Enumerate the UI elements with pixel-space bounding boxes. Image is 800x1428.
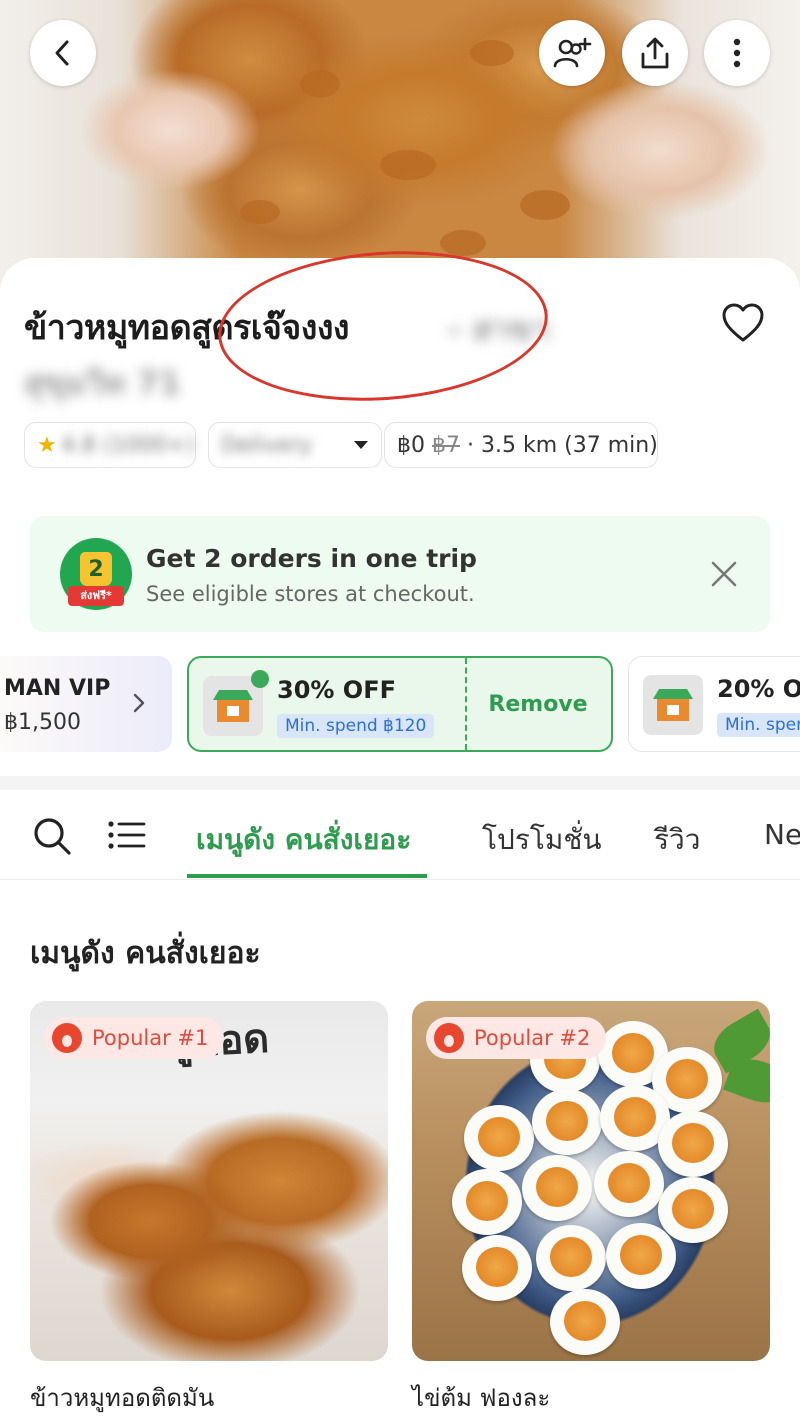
heart-outline-icon [722, 303, 764, 342]
group-order-button[interactable] [539, 20, 605, 86]
popular-badge: Popular #1 [44, 1017, 225, 1059]
close-icon [711, 561, 737, 587]
tab-reviews[interactable]: รีวิว [654, 818, 700, 862]
free-delivery-bag-icon: 2 ส่งฟรี* [60, 538, 132, 610]
more-options-button[interactable] [704, 20, 770, 86]
star-icon: ★ [37, 432, 57, 458]
batch-title: Get 2 orders in one trip [146, 544, 477, 573]
menu-item-image[interactable]: หมูทอด Popular #1 [30, 1001, 388, 1361]
store-branch-name: สุขุมวิท 71 [24, 364, 182, 402]
tab-promotions[interactable]: โปรโมชั่น [482, 818, 602, 862]
batch-subtitle: See eligible stores at checkout. [146, 582, 475, 606]
store-voucher-icon [643, 675, 703, 735]
flame-icon [52, 1023, 82, 1053]
back-arrow-icon [55, 40, 69, 66]
favorite-button[interactable] [720, 302, 766, 348]
menu-item-image[interactable]: Popular #2 [412, 1001, 770, 1361]
search-icon [34, 818, 71, 855]
menu-list-button[interactable] [108, 820, 146, 854]
tab-popular[interactable]: เมนูดัง คนสั่งเยอะ [196, 818, 411, 862]
back-button[interactable] [30, 20, 96, 86]
active-tab-indicator [187, 874, 427, 878]
menu-search-button[interactable] [32, 816, 72, 860]
close-banner-button[interactable] [710, 560, 738, 592]
section-title: เมนูดัง คนสั่งเยอะ [30, 936, 261, 971]
menu-item-name[interactable]: ไข่ต้ม ฟองละ [412, 1378, 550, 1417]
add-people-icon [553, 37, 592, 68]
more-vertical-icon [733, 38, 741, 68]
applied-voucher-card[interactable]: 30% OFF Min. spend ฿120 Remove [187, 656, 613, 752]
check-icon [251, 670, 269, 688]
batch-order-banner[interactable]: 2 ส่งฟรี* Get 2 orders in one trip See e… [30, 516, 770, 632]
flame-icon [434, 1023, 464, 1053]
section-divider [0, 776, 800, 790]
rating-chip[interactable]: ★ 4.8 (1000+) [24, 422, 196, 468]
share-button[interactable] [622, 20, 688, 86]
share-icon [641, 37, 669, 69]
delivery-mode-dropdown[interactable]: Delivery [208, 422, 382, 468]
vip-voucher-card[interactable]: MAN VIP ฿1,500 [0, 656, 172, 752]
chevron-right-icon [133, 693, 145, 713]
voucher-card-20-off[interactable]: 20% OFF Min. spend [628, 656, 800, 752]
remove-voucher-button[interactable]: Remove [465, 692, 611, 717]
delivery-fee-chip[interactable]: ฿0 ฿7 · 3.5 km (37 min) [384, 422, 658, 468]
tab-new[interactable]: Ne [764, 818, 800, 851]
popular-badge: Popular #2 [426, 1017, 607, 1059]
list-icon [108, 821, 146, 849]
menu-tab-bar: เมนูดัง คนสั่งเยอะ โปรโมชั่น รีวิว Ne [0, 790, 800, 880]
menu-item-name[interactable]: ข้าวหมูทอดติดมัน [30, 1378, 214, 1417]
caret-down-icon [354, 441, 368, 449]
